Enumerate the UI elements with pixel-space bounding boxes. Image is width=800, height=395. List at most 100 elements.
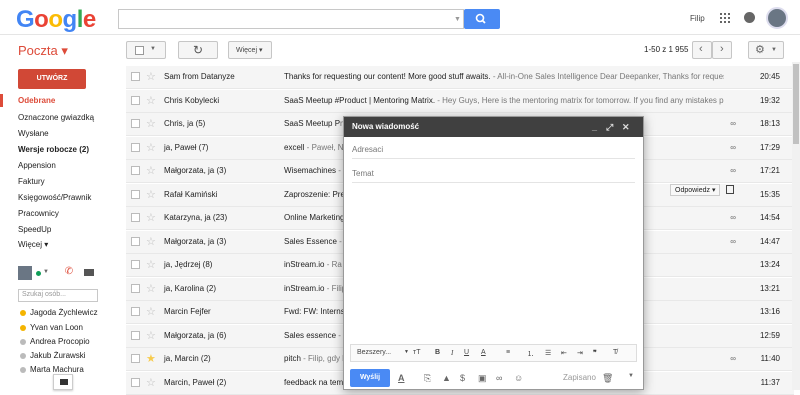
refresh-button[interactable]: ↻ (178, 41, 218, 59)
older-page-button[interactable]: › (712, 41, 732, 59)
search-input[interactable] (118, 9, 464, 29)
chevron-down-icon[interactable]: ▼ (404, 349, 409, 355)
star-icon[interactable]: ☆ (146, 117, 156, 130)
search-options-icon[interactable]: ▼ (454, 16, 461, 23)
underline-icon[interactable]: U (464, 349, 469, 356)
google-logo[interactable]: Google (16, 6, 96, 34)
row-checkbox[interactable] (131, 119, 140, 128)
italic-icon[interactable]: I (451, 349, 453, 357)
row-checkbox[interactable] (131, 354, 140, 363)
sidebar-item-drafts[interactable]: Wersje robocze (2) (18, 145, 89, 154)
sidebar-item-starred[interactable]: Oznaczone gwiazdką (18, 113, 94, 122)
row-checkbox[interactable] (131, 236, 140, 246)
star-icon[interactable]: ☆ (146, 305, 156, 318)
star-icon[interactable]: ☆ (146, 258, 156, 271)
video-call-icon[interactable] (84, 269, 94, 276)
star-icon[interactable]: ☆ (146, 329, 156, 342)
trash-icon[interactable]: 🗑 (602, 373, 613, 384)
close-icon[interactable]: ✕ (622, 122, 630, 133)
emoji-icon[interactable]: ☺ (514, 373, 523, 383)
indent-less-icon[interactable]: ⇤ (561, 349, 567, 357)
sidebar-item-pracownicy[interactable]: Pracownicy (18, 209, 59, 218)
row-checkbox[interactable] (131, 283, 140, 293)
expand-icon[interactable]: ⤢ (606, 122, 613, 133)
more-actions-button[interactable]: Więcej ▾ (228, 41, 272, 59)
drive-icon[interactable]: ▲ (442, 373, 451, 383)
phone-icon[interactable]: ✆ (62, 266, 76, 280)
avatar[interactable] (766, 7, 788, 29)
font-family-select[interactable]: Bezszery... (357, 349, 391, 356)
table-row[interactable]: ☆ Chris Kobylecki SaaS Meetup #Product | M… (126, 89, 794, 113)
avatar[interactable] (18, 266, 32, 280)
chevron-down-icon[interactable]: ▼ (628, 373, 634, 379)
row-checkbox[interactable] (131, 330, 140, 340)
recipients-field[interactable]: Adresaci (352, 139, 635, 159)
settings-button[interactable]: ⚙ ▼ (748, 41, 784, 59)
contact-item[interactable]: Jagoda Żychlewicz (20, 308, 98, 317)
row-checkbox[interactable] (131, 72, 140, 81)
link-icon[interactable]: ∞ (496, 373, 502, 383)
apps-grid-icon[interactable] (720, 13, 730, 25)
star-icon[interactable]: ☆ (146, 70, 156, 83)
send-button[interactable]: Wyślij (350, 369, 390, 387)
row-checkbox[interactable] (131, 307, 140, 316)
text-color-icon[interactable]: A (481, 349, 486, 356)
chevron-down-icon[interactable]: ▼ (43, 269, 49, 275)
sidebar-item-faktury[interactable]: Faktury (18, 177, 45, 186)
bulleted-list-icon[interactable]: ☰ (545, 349, 551, 357)
compose-header[interactable]: Nowa wiadomość _ ⤢ ✕ (344, 117, 643, 137)
minimize-icon[interactable]: _ (592, 122, 597, 132)
account-name[interactable]: Filip (690, 14, 705, 23)
contact-item[interactable]: Andrea Procopio (20, 337, 90, 346)
contact-search-input[interactable]: Szukaj osób... (18, 289, 98, 302)
quote-icon[interactable]: ❞ (593, 349, 597, 357)
star-icon[interactable]: ☆ (146, 376, 156, 389)
reply-button[interactable]: Odpowiedz ▾ (670, 184, 721, 196)
star-icon[interactable]: ☆ (146, 164, 156, 177)
numbered-list-icon[interactable]: ⒈ (527, 349, 534, 359)
row-checkbox[interactable] (131, 142, 140, 152)
app-switcher[interactable]: Poczta ▾ (18, 43, 68, 59)
photo-icon[interactable]: ▣ (478, 373, 487, 384)
formatting-options-icon[interactable]: A (398, 373, 405, 383)
star-icon[interactable]: ☆ (146, 141, 156, 154)
row-checkbox[interactable] (131, 213, 140, 222)
star-icon[interactable]: ☆ (146, 188, 156, 201)
sidebar-item-more[interactable]: Więcej ▾ (18, 240, 48, 249)
row-checkbox[interactable] (131, 260, 140, 269)
row-checkbox[interactable] (131, 377, 140, 387)
chat-button[interactable] (53, 374, 73, 390)
row-checkbox[interactable] (131, 95, 140, 105)
money-icon[interactable]: $ (460, 373, 465, 383)
message-body[interactable] (352, 187, 635, 339)
star-icon[interactable]: ☆ (146, 94, 156, 107)
star-icon[interactable]: ☆ (146, 235, 156, 248)
star-icon[interactable]: ☆ (146, 282, 156, 295)
sidebar-item-speedup[interactable]: SpeedUp (18, 225, 51, 234)
compose-button[interactable]: UTWÓRZ (18, 69, 86, 89)
indent-more-icon[interactable]: ⇥ (577, 349, 583, 357)
search-button[interactable] (464, 9, 500, 29)
bold-icon[interactable]: B (435, 349, 440, 356)
table-row[interactable]: ☆ Sam from Datanyze Thanks for requesting … (126, 66, 794, 89)
sidebar-item-inbox[interactable]: Odebrane (18, 96, 55, 105)
sidebar-item-sent[interactable]: Wysłane (18, 129, 49, 138)
scrollbar-thumb[interactable] (793, 64, 799, 144)
remove-formatting-icon[interactable]: T̸ (613, 349, 617, 356)
select-all-button[interactable]: ▼ (126, 41, 166, 59)
font-size-icon[interactable]: тT (413, 349, 420, 356)
star-icon[interactable]: ★ (146, 352, 156, 365)
attach-icon[interactable]: ⎘ (424, 373, 431, 384)
contact-item[interactable]: Jakub Żurawski (20, 351, 86, 360)
row-checkbox[interactable] (131, 189, 140, 199)
newer-page-button[interactable]: ‹ (692, 41, 712, 59)
align-icon[interactable]: ≡ (506, 349, 510, 356)
star-icon[interactable]: ☆ (146, 211, 156, 224)
row-checkbox[interactable] (131, 166, 140, 175)
sidebar-item-ksiegowosc[interactable]: Księgowość/Prawnik (18, 193, 91, 202)
subject-field[interactable]: Temat (352, 163, 635, 183)
contact-item[interactable]: Marta Machura (20, 365, 84, 374)
contact-item[interactable]: Yvan van Loon (20, 323, 83, 332)
notifications-icon[interactable] (744, 12, 755, 23)
sidebar-item-appension[interactable]: Appension (18, 161, 56, 170)
